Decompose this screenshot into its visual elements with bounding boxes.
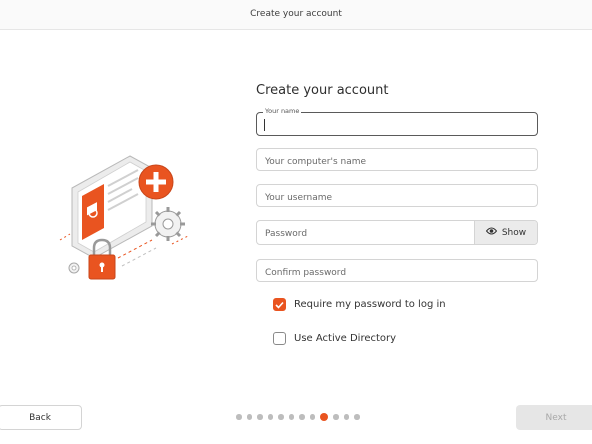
back-button[interactable]: Back	[0, 405, 82, 430]
step-dot	[333, 414, 339, 420]
form-title: Create your account	[256, 83, 389, 98]
step-indicator	[236, 413, 360, 421]
step-dot	[343, 414, 349, 420]
require-password-checkbox[interactable]: Require my password to log in	[273, 298, 446, 311]
username-input[interactable]	[257, 187, 537, 209]
checkbox-unchecked-icon[interactable]	[273, 332, 286, 345]
step-dot	[288, 414, 294, 420]
window-title: Create your account	[250, 9, 342, 19]
step-dot	[267, 414, 273, 420]
account-creation-illustration	[52, 148, 202, 288]
computer-name-field[interactable]	[256, 148, 538, 173]
username-field[interactable]	[256, 184, 538, 209]
password-field[interactable]: Show	[256, 220, 538, 245]
step-dot	[354, 414, 360, 420]
step-dot-current	[320, 413, 328, 421]
checkbox-checked-icon[interactable]	[273, 298, 286, 311]
step-dot	[257, 414, 263, 420]
active-directory-label: Use Active Directory	[294, 333, 397, 344]
computer-name-input[interactable]	[257, 151, 537, 173]
step-dot	[246, 414, 252, 420]
next-button[interactable]: Next	[516, 405, 592, 430]
step-dot	[309, 414, 315, 420]
your-name-label: Your name	[263, 107, 302, 116]
confirm-password-input[interactable]	[257, 262, 537, 284]
confirm-password-field[interactable]	[256, 259, 538, 284]
password-input[interactable]	[257, 222, 475, 244]
title-bar: Create your account	[0, 0, 592, 30]
eye-icon	[485, 227, 497, 238]
show-password-button[interactable]: Show	[474, 221, 537, 244]
your-name-input[interactable]	[257, 115, 537, 137]
step-dot	[236, 414, 242, 420]
active-directory-checkbox[interactable]: Use Active Directory	[273, 332, 396, 345]
your-name-field[interactable]: Your name	[256, 107, 538, 137]
show-password-label: Show	[501, 227, 527, 238]
step-dot	[278, 414, 284, 420]
text-cursor	[264, 119, 265, 131]
step-dot	[299, 414, 305, 420]
require-password-label: Require my password to log in	[294, 299, 446, 310]
